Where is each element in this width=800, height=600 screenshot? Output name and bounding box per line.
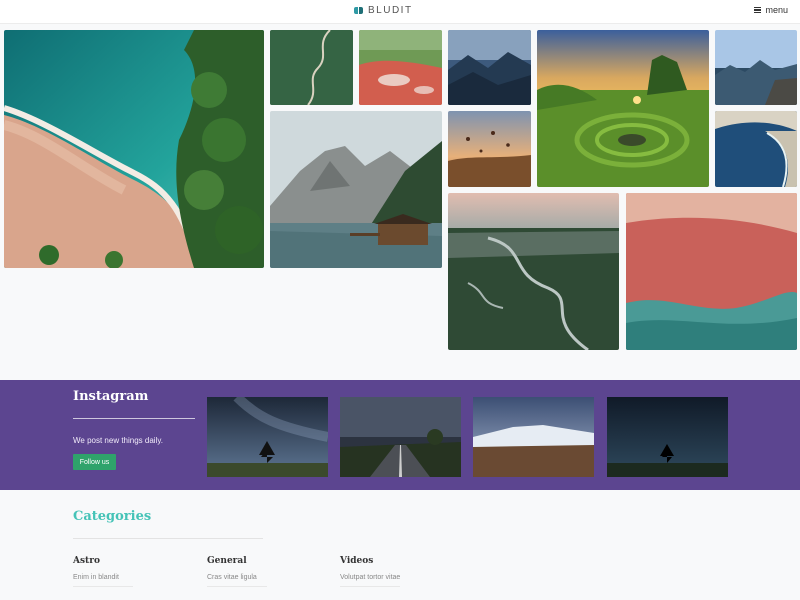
- menu-button[interactable]: menu: [754, 5, 788, 15]
- categories-divider: [73, 538, 263, 539]
- category-post-divider: [207, 586, 267, 587]
- winding-road-photo[interactable]: [270, 30, 353, 105]
- category-videos: Videos Volutpat tortor vitae: [340, 556, 460, 587]
- category-general: General Cras vitae ligula: [207, 556, 327, 587]
- category-post-link[interactable]: Cras vitae ligula: [207, 574, 327, 581]
- milky-way-tree-photo[interactable]: [207, 397, 328, 477]
- bay-aerial-photo[interactable]: [715, 111, 797, 187]
- top-navbar: BLUDIT menu: [0, 0, 800, 24]
- starry-night-tree-photo[interactable]: [607, 397, 728, 477]
- bludit-logo-icon: [354, 6, 363, 15]
- category-title[interactable]: General: [207, 556, 327, 566]
- night-road-photo[interactable]: [340, 397, 461, 477]
- river-valley-photo[interactable]: [448, 193, 619, 350]
- instagram-title: Instagram: [73, 389, 149, 404]
- red-lake-photo[interactable]: [359, 30, 442, 105]
- menu-label: menu: [765, 5, 788, 15]
- instagram-section: Instagram We post new things daily. Foll…: [0, 380, 800, 490]
- category-post-divider: [340, 586, 400, 587]
- category-title[interactable]: Astro: [73, 556, 193, 566]
- follow-us-button[interactable]: Follow us: [73, 454, 116, 470]
- categories-heading: Categories: [73, 509, 152, 524]
- instagram-description: We post new things daily.: [73, 436, 163, 445]
- snowy-mountain-dusk-photo[interactable]: [473, 397, 594, 477]
- category-post-link[interactable]: Enim in blandit: [73, 574, 193, 581]
- green-hill-sunset-photo[interactable]: [537, 30, 709, 187]
- pink-lagoon-aerial-photo[interactable]: [626, 193, 797, 350]
- category-title[interactable]: Videos: [340, 556, 460, 566]
- category-post-divider: [73, 586, 133, 587]
- brand-logo-link[interactable]: BLUDIT: [354, 5, 413, 16]
- instagram-divider: [73, 418, 195, 419]
- hamburger-icon: [754, 7, 762, 13]
- misty-mountains-photo[interactable]: [448, 30, 531, 105]
- category-post-link[interactable]: Volutpat tortor vitae: [340, 574, 460, 581]
- hot-air-balloons-photo[interactable]: [448, 111, 531, 187]
- lake-cabin-photo[interactable]: [270, 111, 442, 268]
- beach-aerial-photo[interactable]: [4, 30, 264, 268]
- brand-name: BLUDIT: [368, 5, 413, 16]
- category-astro: Astro Enim in blandit: [73, 556, 193, 587]
- mountain-cliff-photo[interactable]: [715, 30, 797, 105]
